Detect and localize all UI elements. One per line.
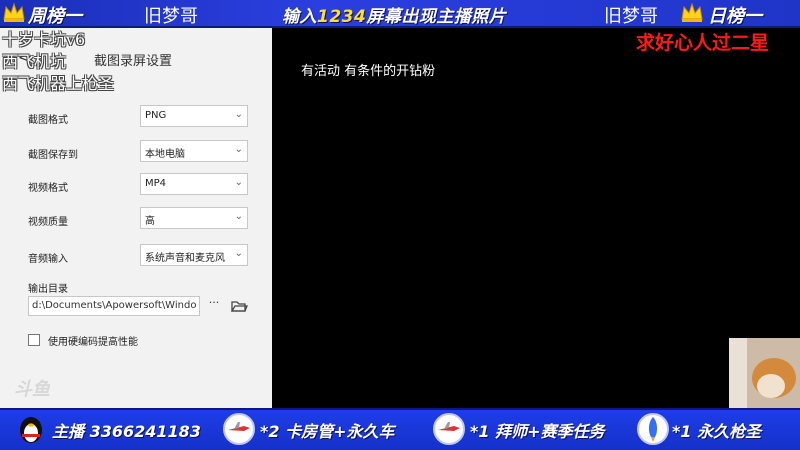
folder-open-icon[interactable] (229, 296, 249, 316)
select-value: 高 (145, 216, 155, 227)
select-value: 系统声音和麦克风 (145, 253, 225, 264)
output-path-input[interactable]: d:\Documents\Apowersoft\Windo (28, 296, 200, 316)
save-location-select[interactable]: 本地电脑 ⌄ (140, 140, 248, 162)
panel-title: 截图录屏设置 (94, 54, 173, 69)
platform-watermark: 斗鱼 (14, 379, 50, 400)
select-value: 本地电脑 (145, 149, 185, 160)
banner-prefix: 输入 (282, 7, 317, 27)
jet-icon (433, 413, 465, 445)
overlay-scribble-2: 西飞机坑 (2, 52, 67, 71)
weekly-rank-label: 周榜一 (28, 6, 82, 27)
audio-input-select[interactable]: 系统声音和麦克风 ⌄ (140, 244, 248, 266)
more-options-button[interactable]: ··· (206, 296, 222, 316)
overlay-scribble-1: 十岁卡坑v6 (2, 30, 86, 49)
banner-instruction: 输入1234屏幕出现主播照片 (282, 2, 506, 27)
weekly-rank-name: 旧梦哥 (144, 6, 198, 27)
crown-icon (681, 2, 703, 22)
crown-icon (3, 2, 25, 22)
daily-rank-name: 旧梦哥 (604, 6, 658, 27)
row-label-screenshot-format: 截图格式 (28, 115, 68, 126)
chevron-down-icon: ⌄ (234, 248, 243, 259)
bottom-item-room-manager: *2 卡房管+永久车 (260, 422, 395, 441)
jet-icon (223, 413, 255, 445)
row-label-save-location: 截图保存到 (28, 150, 78, 161)
stream-overlay-request: 求好心人过二星 (636, 32, 770, 54)
webcam-preview (729, 338, 800, 408)
select-value: MP4 (145, 178, 167, 189)
select-value: PNG (145, 110, 167, 121)
banner-code: 1234 (317, 7, 367, 27)
output-directory-label: 输出目录 (28, 284, 68, 295)
rocket-icon (637, 413, 669, 445)
row-label-video-quality: 视频质量 (28, 217, 68, 228)
chevron-down-icon: ⌄ (234, 144, 243, 155)
chevron-down-icon: ⌄ (234, 211, 243, 222)
bottom-item-gun-saint: *1 永久枪圣 (672, 422, 762, 441)
row-label-audio-input: 音频输入 (28, 254, 68, 265)
banner-suffix: 屏幕出现主播照片 (366, 7, 507, 27)
daily-rank-label: 日榜一 (708, 6, 762, 27)
hardware-encoding-checkbox[interactable] (28, 334, 40, 346)
screenshot-format-select[interactable]: PNG ⌄ (140, 105, 248, 127)
row-label-video-format: 视频格式 (28, 183, 68, 194)
stream-caption: 有活动 有条件的开钻粉 (301, 64, 436, 79)
hardware-encoding-label: 使用硬编码提高性能 (48, 337, 138, 348)
penguin-icon (20, 417, 42, 443)
bottom-item-streamer: 主播 3366241183 (52, 422, 201, 441)
chevron-down-icon: ⌄ (234, 177, 243, 188)
video-format-select[interactable]: MP4 ⌄ (140, 173, 248, 195)
video-quality-select[interactable]: 高 ⌄ (140, 207, 248, 229)
bottom-item-mentor: *1 拜师+赛季任务 (470, 422, 605, 441)
chevron-down-icon: ⌄ (234, 109, 243, 120)
overlay-scribble-3: 西飞机器上枪圣 (2, 74, 115, 93)
